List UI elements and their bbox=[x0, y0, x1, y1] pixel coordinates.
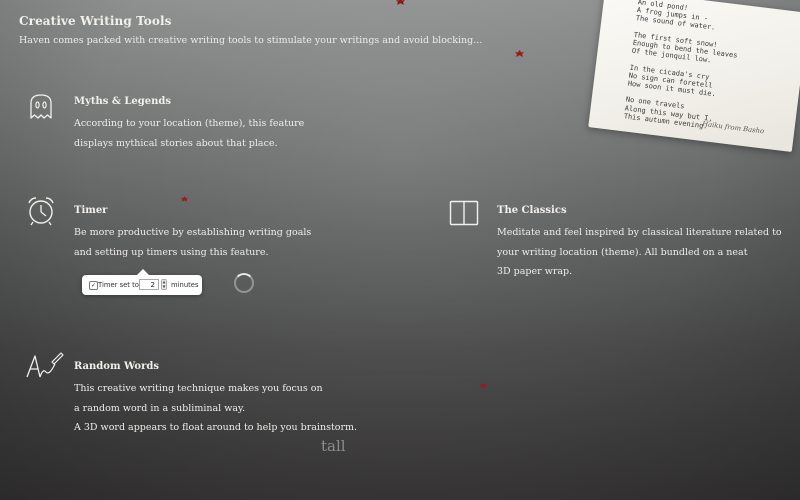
feature-description-line: According to your location (theme), this… bbox=[74, 118, 305, 129]
feature-description-line: A 3D word appears to float around to hel… bbox=[74, 422, 358, 433]
haiku-credit: Haiku from Basho bbox=[701, 119, 765, 136]
feature-description-line: your writing location (theme). All bundl… bbox=[497, 246, 748, 258]
feature-description: This creative writing technique makes yo… bbox=[74, 379, 357, 438]
page-subtitle: Haven comes packed with creative writing… bbox=[19, 35, 483, 46]
feature-description-line: a random word in a subliminal way. bbox=[74, 402, 246, 414]
pen-writing-icon bbox=[26, 352, 64, 378]
feature-myths-legends: Myths & Legends According to your locati… bbox=[74, 96, 304, 153]
feature-title: Myths & Legends bbox=[74, 96, 172, 107]
page-header: Creative Writing Tools bbox=[19, 14, 171, 28]
feature-description-line: Meditate and feel inspired by classical … bbox=[497, 227, 782, 238]
alarm-clock-icon bbox=[28, 197, 54, 226]
feature-description-line: 3D paper wrap. bbox=[497, 266, 573, 277]
feature-description-line: displays mythical stories about that pla… bbox=[74, 137, 278, 149]
timer-minutes-input[interactable]: 2 bbox=[139, 279, 159, 290]
feature-random-words: Random Words This creative writing techn… bbox=[74, 361, 357, 438]
open-book-icon bbox=[449, 200, 479, 226]
timer-label: Timer set to: bbox=[98, 281, 142, 289]
stepper-down-icon[interactable]: ▼ bbox=[162, 285, 166, 289]
page-title: Creative Writing Tools bbox=[19, 14, 172, 28]
feature-description-line: Be more productive by establishing writi… bbox=[74, 227, 312, 238]
floating-random-word: tall bbox=[321, 437, 346, 455]
timer-enable-checkbox[interactable]: ✓ bbox=[89, 281, 98, 290]
feature-timer: Timer Be more productive by establishing… bbox=[74, 205, 311, 262]
feature-title: The Classics bbox=[497, 205, 567, 216]
feature-title: Random Words bbox=[74, 361, 159, 372]
feature-the-classics: The Classics Meditate and feel inspired … bbox=[497, 205, 782, 282]
ghost-icon bbox=[30, 94, 52, 119]
timer-minutes-stepper[interactable]: ▲ ▼ bbox=[161, 279, 167, 290]
feature-description: Be more productive by establishing writi… bbox=[74, 223, 311, 262]
leaf-icon bbox=[181, 196, 188, 202]
timer-unit-label: minutes bbox=[171, 281, 199, 289]
haiku-text: An old pond! A frog jumps in - The sound… bbox=[623, 0, 738, 131]
leaf-icon bbox=[480, 382, 487, 389]
haiku-paper-card: An old pond! A frog jumps in - The sound… bbox=[588, 0, 800, 152]
leaf-icon bbox=[396, 0, 405, 5]
feature-description: According to your location (theme), this… bbox=[74, 114, 304, 153]
timer-progress-spinner bbox=[234, 273, 254, 293]
feature-description: Meditate and feel inspired by classical … bbox=[497, 223, 782, 282]
feature-description-line: and setting up timers using this feature… bbox=[74, 246, 269, 258]
leaf-icon bbox=[515, 50, 524, 57]
timer-popover: ✓ Timer set to: 2 ▲ ▼ minutes bbox=[82, 269, 202, 295]
feature-title: Timer bbox=[74, 205, 108, 216]
feature-description-line: This creative writing technique makes yo… bbox=[74, 383, 323, 394]
